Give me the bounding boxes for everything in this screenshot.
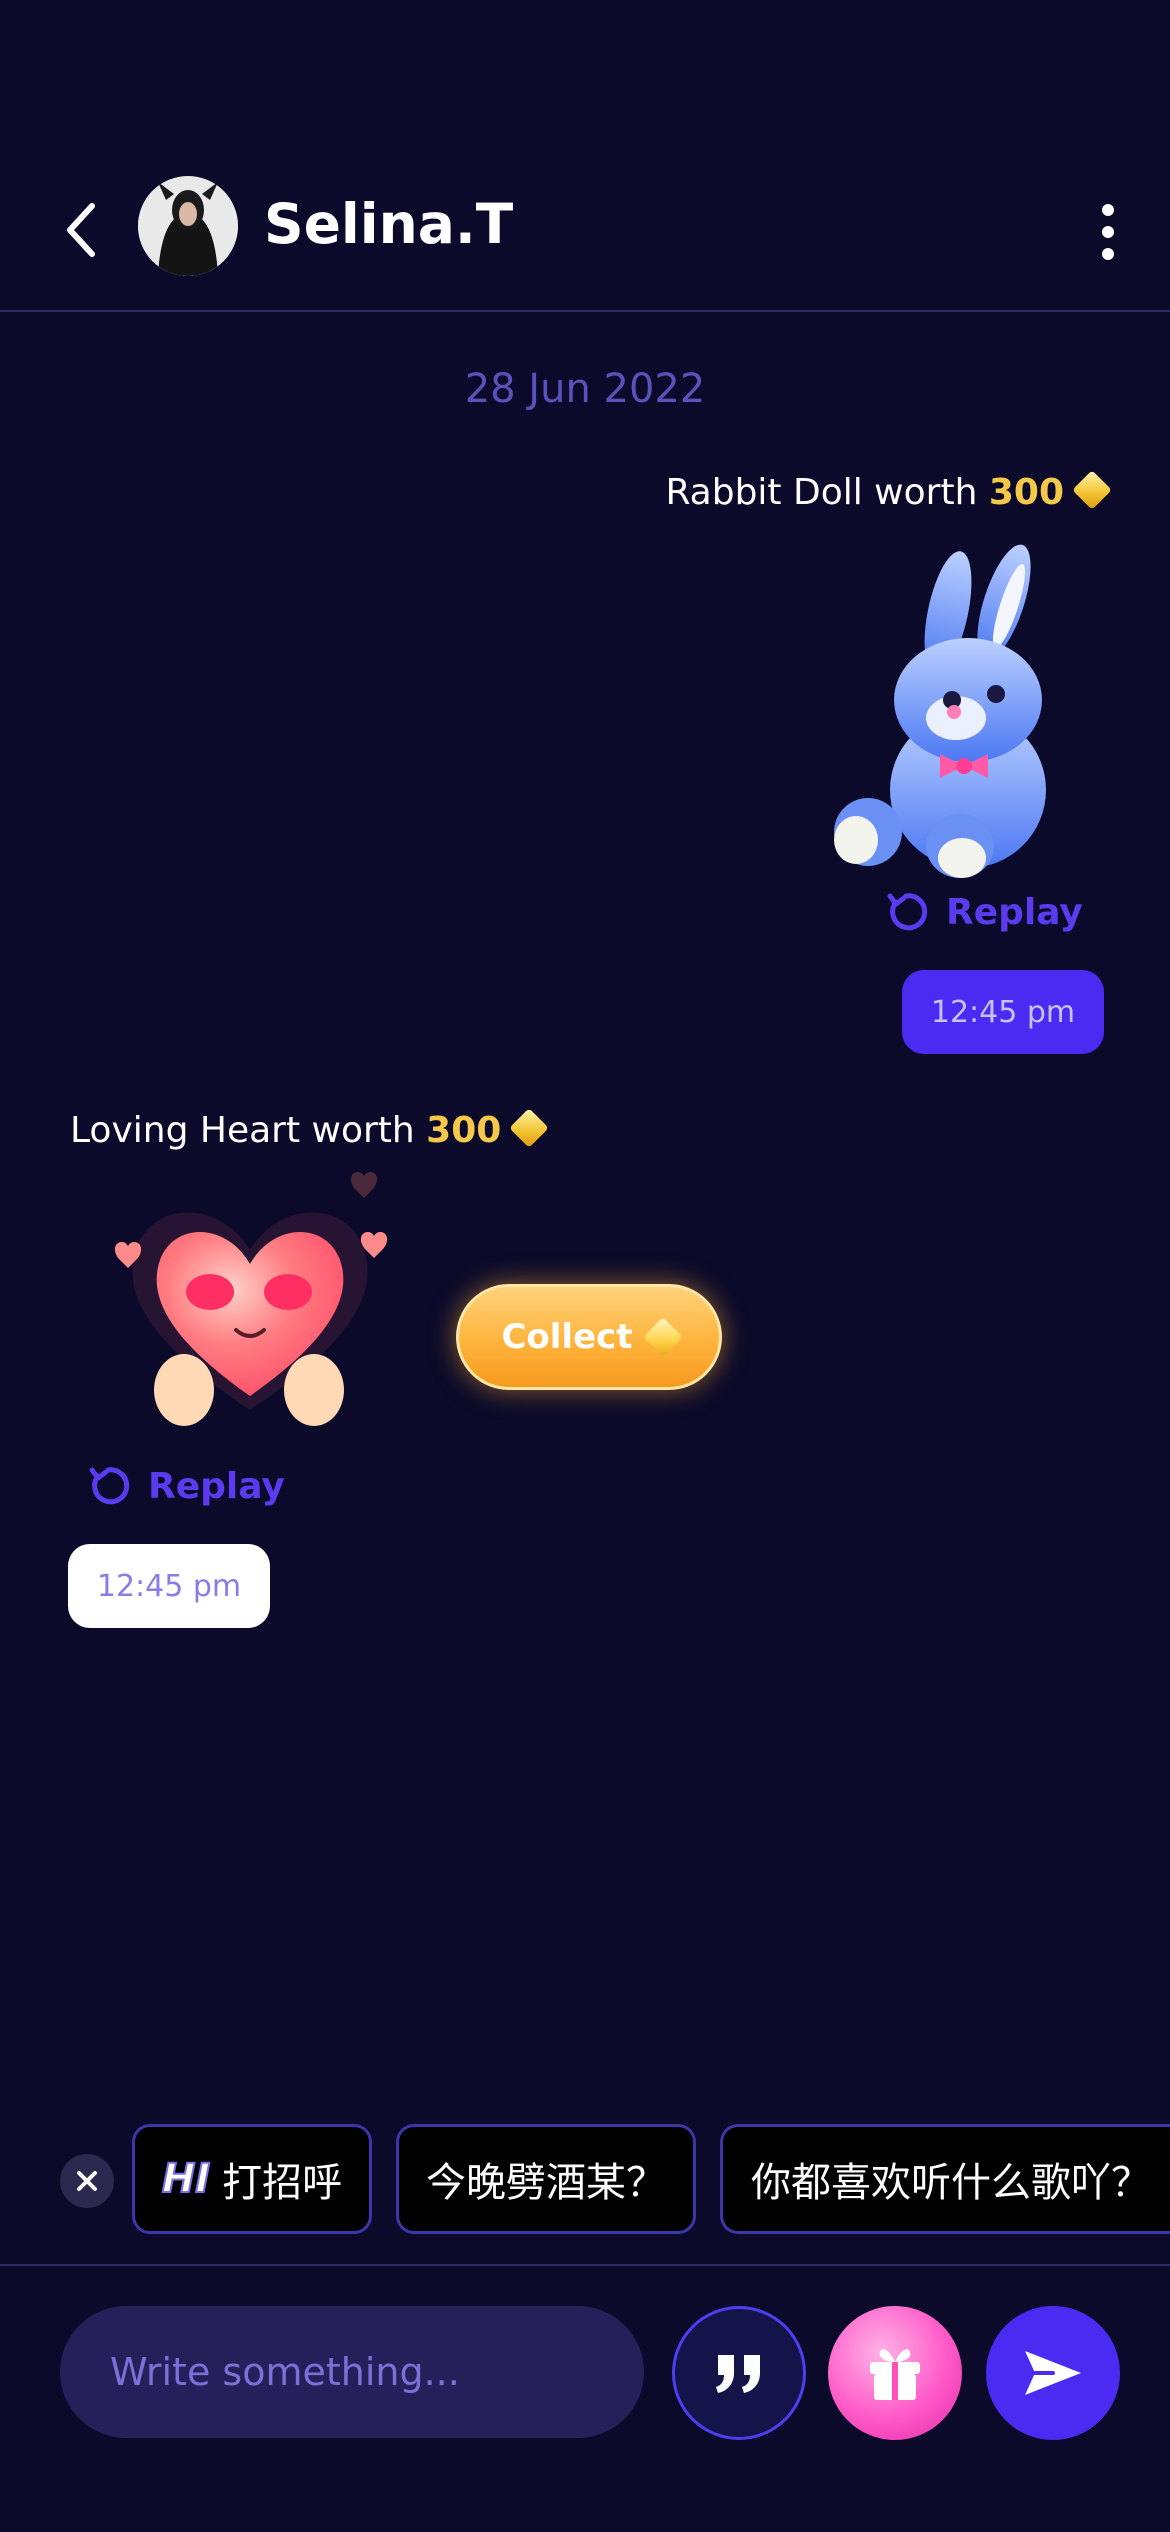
send-button[interactable]	[986, 2306, 1120, 2440]
hi-badge: HI	[161, 2155, 211, 2203]
gift-text: Loving Heart worth	[70, 1110, 415, 1151]
collect-label: Collect	[501, 1317, 633, 1357]
diamond-icon	[1072, 470, 1112, 510]
gift-button[interactable]	[828, 2306, 962, 2440]
avatar[interactable]	[138, 176, 238, 276]
user-avatar-icon	[138, 176, 238, 276]
date-separator: 28 Jun 2022	[464, 366, 706, 412]
rabbit-doll-gift[interactable]	[828, 540, 1068, 880]
diamond-icon	[509, 1108, 550, 1148]
gift-amount: 300	[426, 1110, 502, 1151]
collect-button[interactable]: Collect	[456, 1284, 722, 1390]
chat-header: Selina.T	[0, 170, 1170, 310]
loving-heart-icon	[114, 1172, 388, 1426]
send-icon	[1025, 2351, 1081, 2395]
quote-icon	[716, 2355, 760, 2393]
diamond-icon	[642, 1317, 683, 1357]
quick-reply-chip[interactable]: 今晚劈酒某？	[396, 2124, 696, 2234]
loving-heart-gift[interactable]	[100, 1160, 400, 1440]
gift-amount: 300	[988, 472, 1064, 513]
more-options-button[interactable]	[1090, 200, 1126, 264]
message-time-outgoing: 12:45 pm	[902, 970, 1104, 1054]
close-icon	[77, 2171, 97, 2191]
replay-icon	[887, 893, 928, 931]
rabbit-doll-icon	[834, 544, 1046, 878]
replay-label: Replay	[946, 891, 1083, 933]
quote-button[interactable]	[672, 2306, 806, 2440]
gift-caption: Rabbit Doll worth 300	[665, 470, 1112, 513]
quick-reply-label: 打招呼	[222, 2160, 343, 2206]
replay-button[interactable]: Replay	[884, 890, 1083, 934]
quick-reply-label: 你都喜欢听什么歌吖？	[751, 2160, 1151, 2206]
close-quick-replies-button[interactable]	[60, 2154, 114, 2208]
gift-icon	[870, 2349, 920, 2400]
replay-icon	[89, 1467, 130, 1505]
replay-button[interactable]: Replay	[86, 1464, 285, 1508]
back-button[interactable]	[58, 200, 108, 260]
quick-reply-label: 今晚劈酒某？	[426, 2160, 666, 2206]
header-divider	[0, 310, 1170, 312]
message-input[interactable]: Write something...	[60, 2306, 644, 2438]
quick-reply-chip[interactable]: 你都喜欢听什么歌吖？	[720, 2124, 1170, 2234]
quick-reply-chip[interactable]: HI 打招呼	[132, 2124, 372, 2234]
contact-name: Selina.T	[264, 192, 514, 256]
chevron-left-icon	[67, 203, 95, 257]
message-time-incoming: 12:45 pm	[68, 1544, 270, 1628]
more-vertical-icon	[1102, 204, 1114, 260]
replay-label: Replay	[148, 1465, 285, 1507]
gift-text: Rabbit Doll worth	[665, 472, 978, 513]
composer-divider	[0, 2264, 1170, 2266]
gift-caption: Loving Heart worth 300	[70, 1108, 550, 1151]
